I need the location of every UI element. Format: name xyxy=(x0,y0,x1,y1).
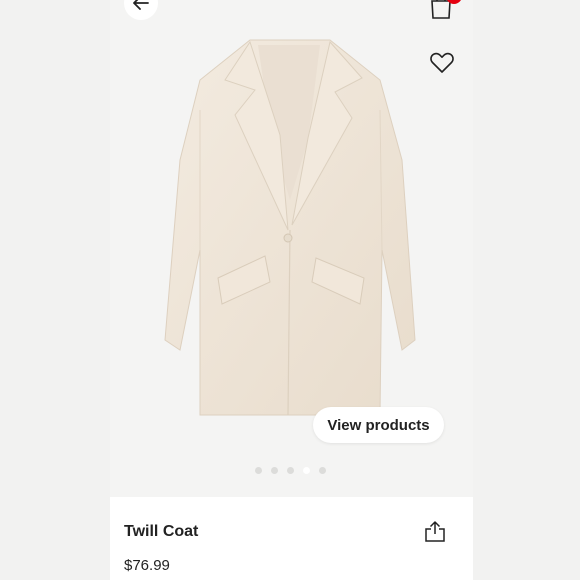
product-image-area[interactable]: 4 View products xyxy=(110,0,473,497)
product-info: Twill Coat $76.99 xyxy=(110,497,473,580)
back-button[interactable] xyxy=(124,0,158,20)
pagination-dot-active[interactable] xyxy=(303,467,310,474)
pagination-dot[interactable] xyxy=(255,467,262,474)
pagination-dot[interactable] xyxy=(287,467,294,474)
pagination-dot[interactable] xyxy=(319,467,326,474)
view-products-button[interactable]: View products xyxy=(313,407,444,443)
left-backdrop xyxy=(0,0,110,580)
pagination-dot[interactable] xyxy=(271,467,278,474)
arrow-left-icon xyxy=(133,0,149,10)
image-pagination xyxy=(255,467,326,474)
coat-image xyxy=(164,39,416,416)
right-backdrop xyxy=(473,0,580,580)
share-icon[interactable] xyxy=(424,520,446,542)
product-name: Twill Coat xyxy=(124,523,199,540)
heart-icon[interactable] xyxy=(429,51,455,75)
product-page: 4 View products Twill Coat $76.99 xyxy=(110,0,473,580)
product-price: $76.99 xyxy=(124,557,170,574)
